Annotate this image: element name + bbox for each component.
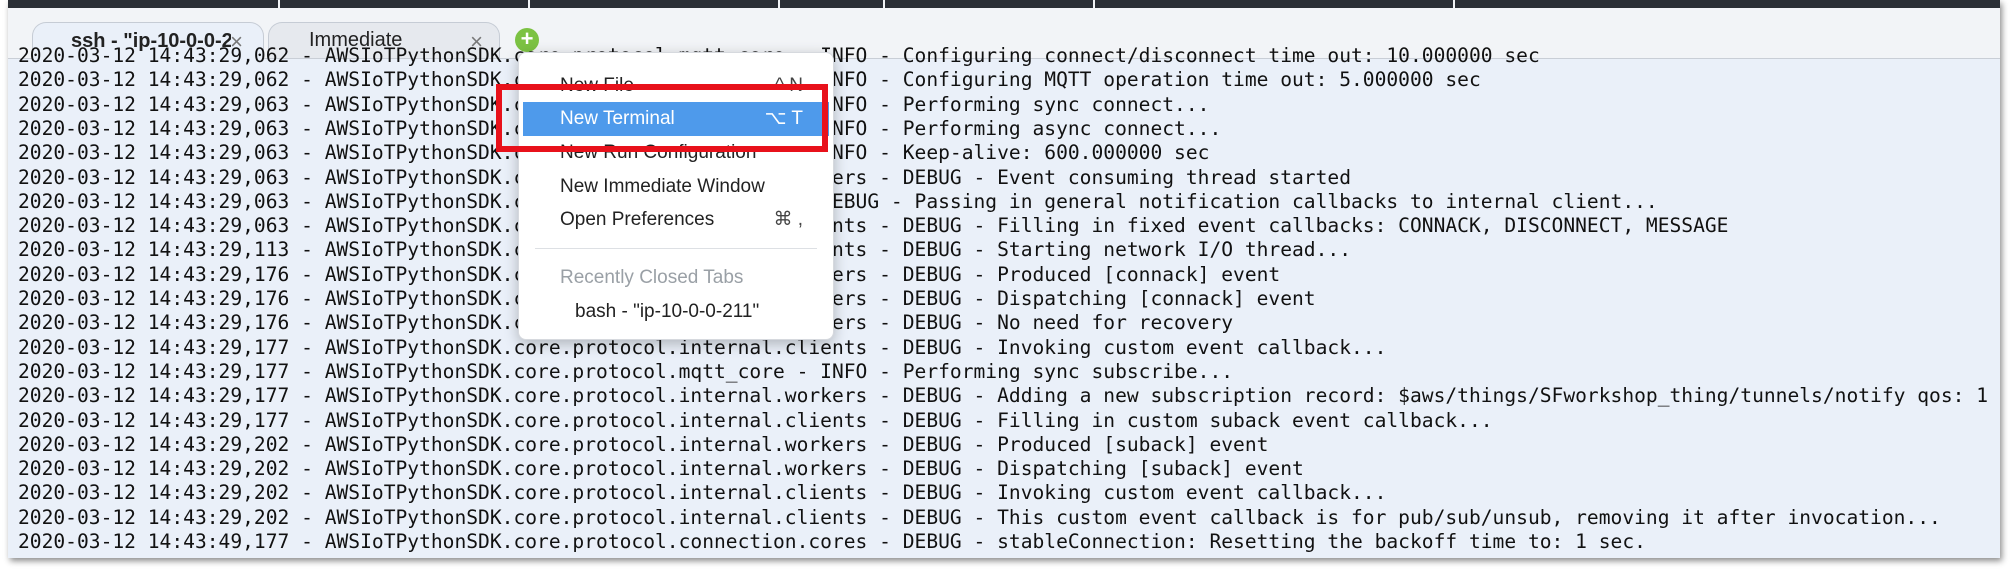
terminal-line: 2020-03-12 14:43:49,177 - AWSIoTPythonSD… <box>18 530 1646 553</box>
terminal-output[interactable]: 2020-03-12 14:43:29,062 - AWSIoTPythonSD… <box>18 44 2000 558</box>
ide-window: ssh - "ip-10-0-0-2 × Immediate × + 2020-… <box>8 0 2000 558</box>
terminal-line: 2020-03-12 14:43:29,063 - AWSIoTPythonSD… <box>18 214 1729 238</box>
terminal-line: 2020-03-12 14:43:29,202 - AWSIoTPythonSD… <box>18 432 1269 456</box>
menu-item-new-immediate-window[interactable]: New Immediate Window <box>519 170 833 204</box>
top-strip <box>8 0 2000 8</box>
terminal-line: 2020-03-12 14:43:29,063 - AWSIoTPythonSD… <box>18 189 1658 213</box>
annotation-highlight-box <box>496 84 828 152</box>
terminal-line: 2020-03-12 14:43:29,202 - AWSIoTPythonSD… <box>18 457 1304 481</box>
open-preferences-shortcut: ⌘ , <box>773 209 803 230</box>
recently-closed-item[interactable]: bash - "ip-10-0-0-211" <box>519 295 833 329</box>
terminal-line: 2020-03-12 14:43:29,202 - AWSIoTPythonSD… <box>18 481 1387 505</box>
terminal-line: 2020-03-12 14:43:29,177 - AWSIoTPythonSD… <box>18 408 1493 432</box>
terminal-line: 2020-03-12 14:43:29,177 - AWSIoTPythonSD… <box>18 359 1234 383</box>
recently-closed-header: Recently Closed Tabs <box>560 267 744 288</box>
menu-separator <box>535 248 817 249</box>
terminal-line: 2020-03-12 14:43:29,202 - AWSIoTPythonSD… <box>18 505 1941 529</box>
menu-item-open-preferences-label: Open Preferences <box>560 209 715 230</box>
menu-item-new-immediate-window-label: New Immediate Window <box>560 176 765 197</box>
menu-item-open-preferences[interactable]: Open Preferences ⌘ , <box>519 203 833 237</box>
terminal-line: 2020-03-12 14:43:29,177 - AWSIoTPythonSD… <box>18 384 1989 408</box>
